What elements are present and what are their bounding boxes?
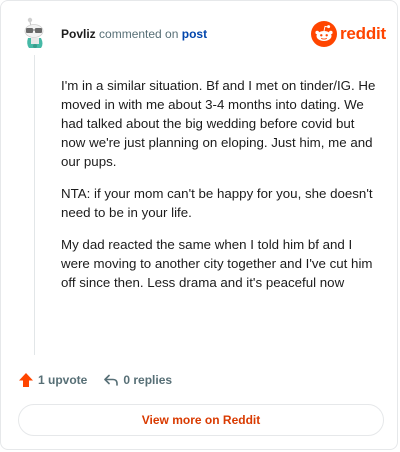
comment-header: Povliz commented on post (61, 26, 207, 42)
reddit-snoo-logo-icon (311, 21, 337, 47)
comment-actions: 1 upvote 0 replies (18, 370, 172, 390)
view-more-on-reddit-button[interactable]: View more on Reddit (18, 404, 384, 436)
comment-paragraph: I'm in a similar situation. Bf and I met… (61, 78, 376, 169)
upvote-count: 1 upvote (38, 373, 88, 387)
thread-line[interactable] (34, 55, 35, 355)
upvote-arrow-icon (19, 373, 33, 387)
comment-paragraph: My dad reacted the same when I told him … (61, 237, 373, 290)
replies-button[interactable]: 0 replies (103, 372, 172, 388)
reddit-logo[interactable]: reddit (311, 21, 386, 47)
comment-paragraph: NTA: if your mom can't be happy for you,… (61, 186, 373, 220)
commented-on-text: commented on (99, 27, 179, 41)
post-link[interactable]: post (182, 27, 207, 41)
snoo-avatar-icon (24, 17, 44, 48)
reddit-wordmark: reddit (340, 24, 387, 43)
reply-arrow-icon (104, 374, 119, 386)
comment-embed-card: Povliz commented on post reddit I'm in a… (0, 0, 398, 450)
username-link[interactable]: Povliz (61, 27, 96, 41)
user-avatar[interactable] (20, 17, 50, 49)
replies-count: 0 replies (123, 373, 173, 387)
upvote-button[interactable]: 1 upvote (18, 372, 87, 388)
comment-body: I'm in a similar situation. Bf and I met… (61, 76, 379, 305)
